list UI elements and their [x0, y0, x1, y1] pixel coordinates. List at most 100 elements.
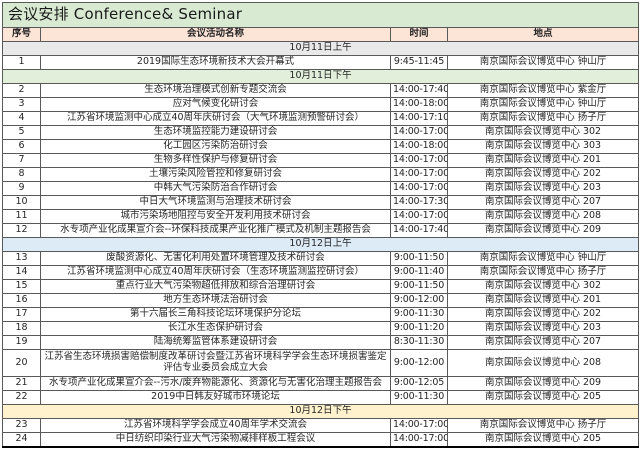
location-cell: 南京国际会议博览中心 203	[448, 182, 639, 196]
location-cell: 南京国际会议博览中心 207	[448, 336, 639, 350]
time-cell: 14:00-17:40	[391, 84, 448, 98]
time-cell: 14:00-17:40	[391, 224, 448, 238]
event-name-cell: 生态环境监控能力建设研讨会	[41, 126, 391, 140]
row-number-cell: 24	[3, 433, 41, 448]
time-cell: 14:00-17:00	[391, 210, 448, 224]
row-number-cell: 7	[3, 154, 41, 168]
table-row: 7生物多样性保护与修复研讨会14:00-17:00南京国际会议博览中心 201	[3, 154, 639, 168]
time-cell: 9:00-11:40	[391, 266, 448, 280]
location-cell: 南京国际会议博览中心 207	[448, 196, 639, 210]
section-header-label: 10月12日上午	[3, 238, 639, 252]
location-cell: 南京国际会议博览中心 201	[448, 154, 639, 168]
row-number-cell: 21	[3, 377, 41, 391]
row-number-cell: 6	[3, 140, 41, 154]
time-cell: 9:00-11:50	[391, 280, 448, 294]
title-row: 会议安排 Conference& Seminar	[3, 3, 639, 28]
table-row: 21水专项产业化成果宣介会--污水/废弃物能源化、资源化与无害化治理主题报告会9…	[3, 377, 639, 391]
row-number-cell: 16	[3, 294, 41, 308]
row-number-cell: 20	[3, 350, 41, 377]
location-cell: 南京国际会议博览中心 201	[448, 294, 639, 308]
schedule-body: 10月11日上午12019国际生态环境新技术大会开幕式9:45-11:45南京国…	[3, 42, 639, 448]
time-cell: 9:00-12:00	[391, 350, 448, 377]
location-cell: 南京国际会议博览中心 302	[448, 126, 639, 140]
row-number-cell: 23	[3, 419, 41, 433]
location-cell: 南京国际会议博览中心 205	[448, 433, 639, 448]
table-row: 20江苏省生态环境损害赔偿制度改革研讨会暨江苏省环境科学学会生态环境损害鉴定评估…	[3, 350, 639, 377]
col-header-event-name: 会议活动名称	[41, 28, 391, 42]
page-title: 会议安排 Conference& Seminar	[3, 3, 639, 28]
section-header-row: 10月12日下午	[3, 405, 639, 419]
event-name-cell: 江苏省环境监测中心成立40周年庆研讨会（生态环境监测监控研讨会）	[41, 266, 391, 280]
row-number-cell: 14	[3, 266, 41, 280]
event-name-cell: 2019中日韩友好城市环境论坛	[41, 391, 391, 405]
event-name-cell: 生物多样性保护与修复研讨会	[41, 154, 391, 168]
row-number-cell: 15	[3, 280, 41, 294]
table-row: 18长江水生态保护研讨会9:00-11:20南京国际会议博览中心 203	[3, 322, 639, 336]
table-row: 222019中日韩友好城市环境论坛9:00-11:30南京国际会议博览中心 20…	[3, 391, 639, 405]
time-cell: 14:00-17:10	[391, 112, 448, 126]
time-cell: 14:00-17:00	[391, 419, 448, 433]
table-row: 8土壤污染风险管控和修复研讨会14:00-17:00南京国际会议博览中心 202	[3, 168, 639, 182]
event-name-cell: 中韩大气污染防治合作研讨会	[41, 182, 391, 196]
location-cell: 南京国际会议博览中心 202	[448, 168, 639, 182]
table-row: 19陆海统筹监管体系建设研讨会8:30-11:30南京国际会议博览中心 207	[3, 336, 639, 350]
row-number-cell: 19	[3, 336, 41, 350]
event-name-cell: 长江水生态保护研讨会	[41, 322, 391, 336]
col-header-time: 时间	[391, 28, 448, 42]
table-row: 10中日大气环境监测与治理技术研讨会14:00-17:30南京国际会议博览中心 …	[3, 196, 639, 210]
section-header-row: 10月11日下午	[3, 70, 639, 84]
event-name-cell: 应对气候变化研讨会	[41, 98, 391, 112]
location-cell: 南京国际会议博览中心 208	[448, 210, 639, 224]
section-header-label: 10月12日下午	[3, 405, 639, 419]
location-cell: 南京国际会议博览中心 钟山厅	[448, 252, 639, 266]
location-cell: 南京国际会议博览中心 302	[448, 280, 639, 294]
table-row: 12水专项产业化成果宣介会--环保科技成果产业化推广模式及机制主题报告会14:0…	[3, 224, 639, 238]
row-number-cell: 10	[3, 196, 41, 210]
event-name-cell: 土壤污染风险管控和修复研讨会	[41, 168, 391, 182]
time-cell: 9:00-11:20	[391, 322, 448, 336]
row-number-cell: 2	[3, 84, 41, 98]
section-header-label: 10月11日下午	[3, 70, 639, 84]
table-row: 17第十六届长三角科技论坛环境保护分论坛9:00-11:30南京国际会议博览中心…	[3, 308, 639, 322]
event-name-cell: 第十六届长三角科技论坛环境保护分论坛	[41, 308, 391, 322]
table-row: 24中日纺织印染行业大气污染物减排样板工程会议14:00-17:00南京国际会议…	[3, 433, 639, 448]
col-header-location: 地点	[448, 28, 639, 42]
col-header-no: 序号	[3, 28, 41, 42]
location-cell: 南京国际会议博览中心 紫金厅	[448, 84, 639, 98]
row-number-cell: 3	[3, 98, 41, 112]
event-name-cell: 重点行业大气污染物超低排放和综合治理研讨会	[41, 280, 391, 294]
row-number-cell: 4	[3, 112, 41, 126]
table-row: 14江苏省环境监测中心成立40周年庆研讨会（生态环境监测监控研讨会）9:00-1…	[3, 266, 639, 280]
row-number-cell: 5	[3, 126, 41, 140]
row-number-cell: 12	[3, 224, 41, 238]
column-header-row: 序号 会议活动名称 时间 地点	[3, 28, 639, 42]
row-number-cell: 13	[3, 252, 41, 266]
row-number-cell: 17	[3, 308, 41, 322]
time-cell: 14:00-17:00	[391, 154, 448, 168]
time-cell: 8:30-11:30	[391, 336, 448, 350]
table-row: 13废酸资源化、无害化利用处置环境管理及技术研讨会9:00-11:50南京国际会…	[3, 252, 639, 266]
location-cell: 南京国际会议博览中心 扬子厅	[448, 419, 639, 433]
table-row: 12019国际生态环境新技术大会开幕式9:45-11:45南京国际会议博览中心 …	[3, 56, 639, 70]
event-name-cell: 城市污染场地阻控与安全开发利用技术研讨会	[41, 210, 391, 224]
row-number-cell: 18	[3, 322, 41, 336]
table-row: 5生态环境监控能力建设研讨会14:00-17:00南京国际会议博览中心 302	[3, 126, 639, 140]
location-cell: 南京国际会议博览中心 钟山厅	[448, 98, 639, 112]
location-cell: 南京国际会议博览中心 209	[448, 377, 639, 391]
table-row: 3应对气候变化研讨会14:00-18:00南京国际会议博览中心 钟山厅	[3, 98, 639, 112]
location-cell: 南京国际会议博览中心 钟山厅	[448, 56, 639, 70]
event-name-cell: 水专项产业化成果宣介会--污水/废弃物能源化、资源化与无害化治理主题报告会	[41, 377, 391, 391]
conference-schedule-page: 会议安排 Conference& Seminar 序号 会议活动名称 时间 地点…	[0, 0, 640, 452]
time-cell: 9:00-12:05	[391, 377, 448, 391]
table-row: 6化工园区污染防治研讨会14:00-18:00南京国际会议博览中心 303	[3, 140, 639, 154]
event-name-cell: 化工园区污染防治研讨会	[41, 140, 391, 154]
time-cell: 9:00-11:30	[391, 308, 448, 322]
time-cell: 14:00-17:00	[391, 126, 448, 140]
time-cell: 14:00-18:00	[391, 98, 448, 112]
time-cell: 14:00-17:00	[391, 433, 448, 448]
event-name-cell: 中日纺织印染行业大气污染物减排样板工程会议	[41, 433, 391, 448]
time-cell: 14:00-17:00	[391, 182, 448, 196]
time-cell: 9:00-12:00	[391, 294, 448, 308]
event-name-cell: 江苏省环境科学学会成立40周年学术交流会	[41, 419, 391, 433]
section-header-row: 10月11日上午	[3, 42, 639, 56]
